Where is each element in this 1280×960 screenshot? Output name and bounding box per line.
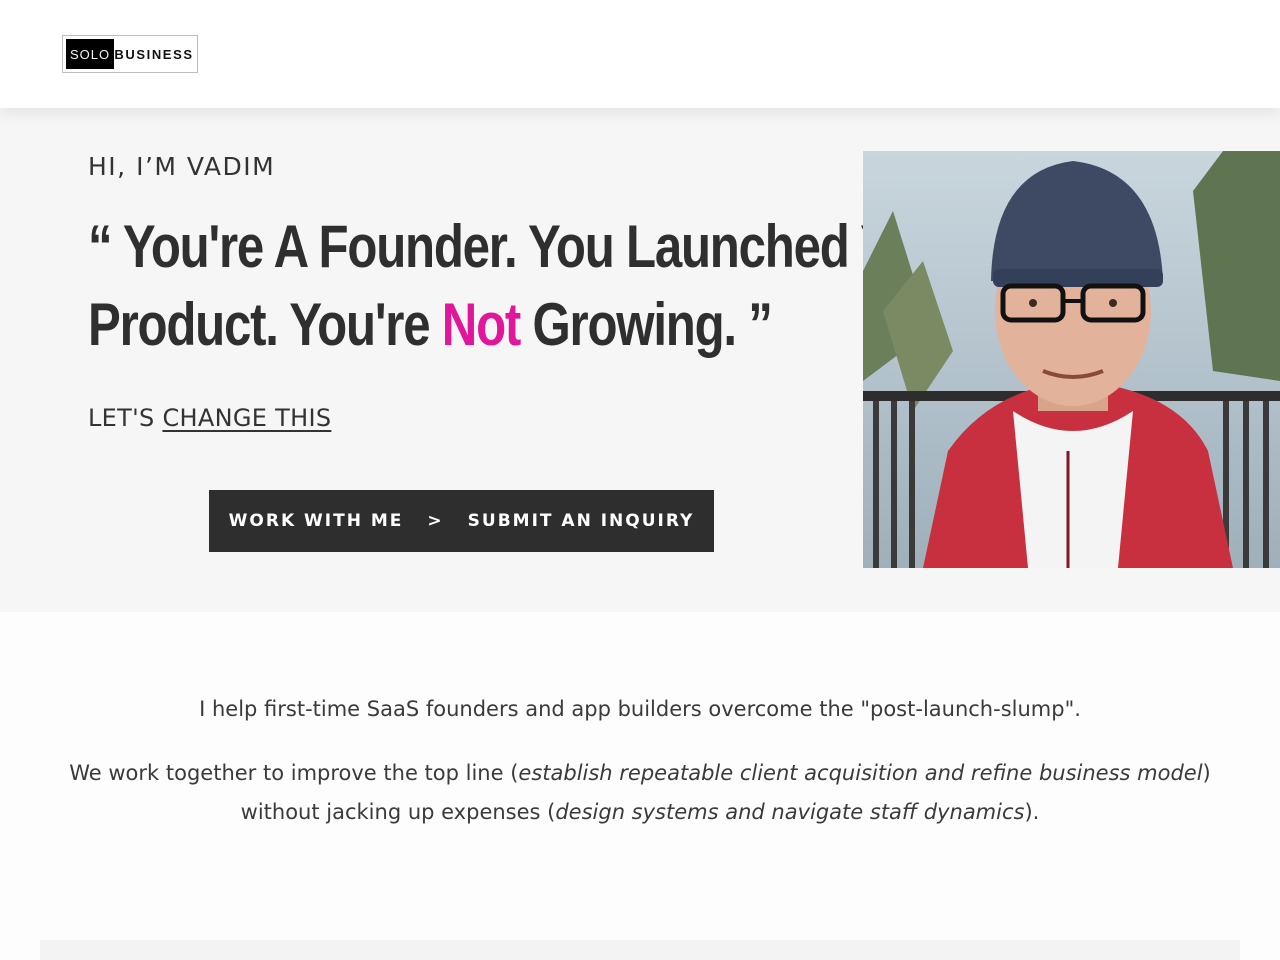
change-this-line: LET'S CHANGE THIS: [88, 404, 331, 432]
change-this-link[interactable]: CHANGE THIS: [162, 404, 331, 432]
intro-section: I help first-time SaaS founders and app …: [40, 690, 1240, 832]
open-quote: “: [88, 213, 113, 280]
site-logo[interactable]: SOLO BUSINESS: [62, 35, 198, 73]
work-with-me-button[interactable]: WORK WITH ME > SUBMIT AN INQUIRY: [209, 490, 714, 552]
button-label-right: SUBMIT AN INQUIRY: [467, 511, 695, 531]
button-label-left: WORK WITH ME: [228, 511, 404, 531]
portrait-illustration: [863, 151, 1280, 568]
logo-solo-mark: SOLO: [66, 39, 114, 69]
profile-photo: [863, 151, 1280, 568]
hero-greeting: HI, I’M VADIM: [88, 152, 276, 181]
cta-prefix: LET'S: [88, 404, 155, 432]
intro-paragraph-2: We work together to improve the top line…: [40, 754, 1240, 832]
headline-highlight: Not: [441, 291, 522, 358]
close-quote: ”: [748, 291, 773, 358]
intro-emphasis-1: establish repeatable client acquisition …: [518, 761, 1203, 785]
intro-text-a: We work together to improve the top line…: [69, 761, 519, 785]
chevron-right-icon: >: [427, 511, 444, 531]
logo-wordmark: BUSINESS: [114, 46, 194, 62]
headline-text-3: Growing.: [532, 291, 738, 358]
headline-text-2: Product. You're: [88, 291, 431, 358]
intro-text-c: ).: [1024, 800, 1040, 824]
intro-line-1: I help first-time SaaS founders and app …: [199, 697, 1081, 721]
site-header: SOLO BUSINESS: [0, 0, 1280, 108]
hero-section: HI, I’M VADIM “ You're A Founder. You La…: [0, 108, 1280, 612]
intro-emphasis-2: design systems and navigate staff dynami…: [555, 800, 1025, 824]
headline-text-1: You're A Founder. You Launched Your: [122, 213, 965, 280]
hero-headline: “ You're A Founder. You Launched Your Pr…: [88, 208, 965, 364]
next-section-edge: [40, 940, 1240, 960]
